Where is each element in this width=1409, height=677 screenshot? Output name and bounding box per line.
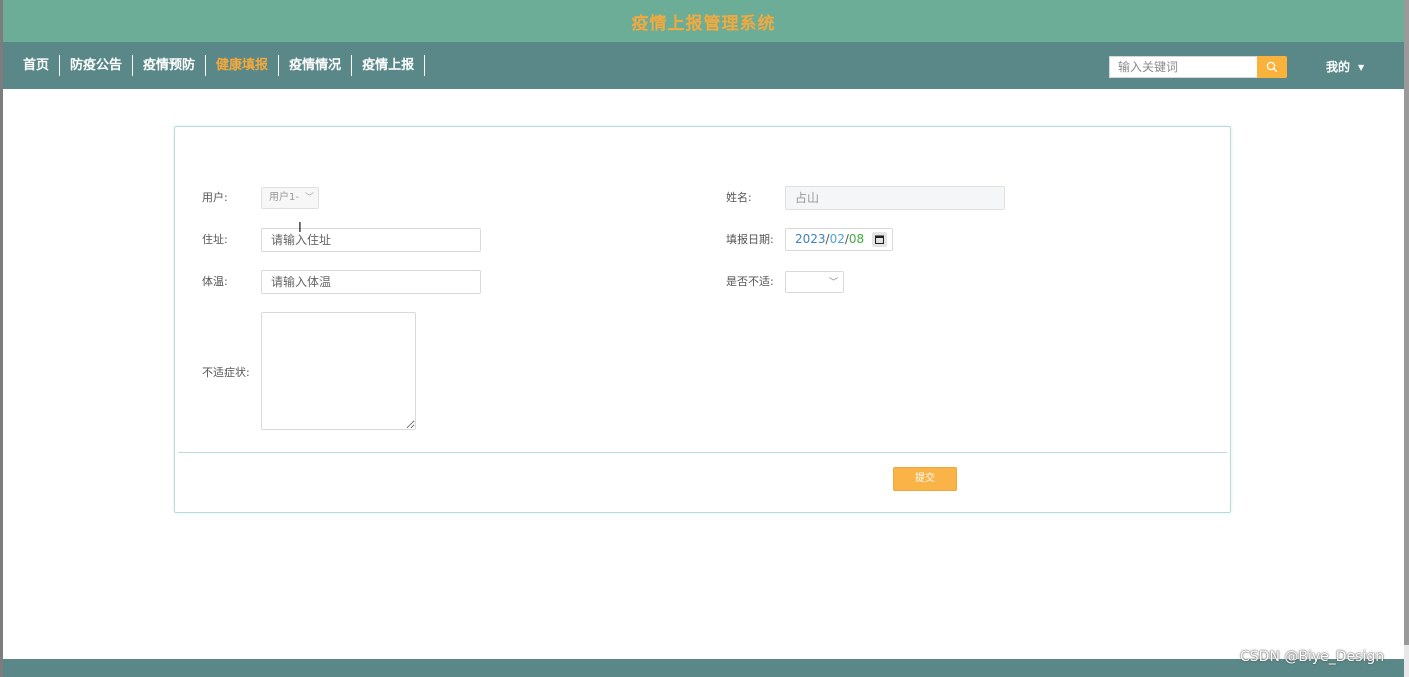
date-label: 填报日期: bbox=[726, 233, 774, 246]
user-select[interactable]: 用户1- ﹀ bbox=[261, 187, 319, 209]
site-header: 疫情上报管理系统 bbox=[3, 0, 1404, 42]
date-month: 02 bbox=[829, 232, 845, 246]
date-year: 2023 bbox=[795, 232, 826, 246]
chevron-down-icon: ﹀ bbox=[828, 278, 838, 288]
symptoms-label: 不适症状: bbox=[202, 366, 250, 379]
user-label: 用户: bbox=[202, 191, 228, 204]
chevron-down-icon: ﹀ bbox=[304, 193, 314, 203]
calendar-icon[interactable] bbox=[872, 232, 887, 247]
address-label: 住址: bbox=[202, 233, 228, 246]
user-select-value: 用户1- bbox=[269, 192, 299, 203]
text-cursor-icon: I bbox=[298, 221, 302, 236]
user-menu-label: 我的 bbox=[1326, 60, 1351, 74]
nav-item-health-report[interactable]: 健康填报 bbox=[206, 55, 280, 76]
submit-button[interactable]: 提交 bbox=[893, 467, 957, 491]
unwell-select[interactable]: ﹀ bbox=[785, 271, 844, 293]
temperature-label: 体温: bbox=[202, 275, 228, 288]
address-input[interactable] bbox=[261, 228, 481, 252]
unwell-label: 是否不适: bbox=[726, 275, 774, 288]
window-left-edge bbox=[0, 0, 3, 677]
name-field: 占山 bbox=[785, 186, 1005, 210]
search-button[interactable] bbox=[1257, 56, 1287, 78]
nav-item-home[interactable]: 首页 bbox=[13, 55, 61, 76]
nav-item-epidemic-status[interactable]: 疫情情况 bbox=[279, 55, 353, 76]
nav-item-announcements[interactable]: 防疫公告 bbox=[60, 55, 134, 76]
site-title: 疫情上报管理系统 bbox=[631, 13, 776, 34]
search-icon bbox=[1266, 61, 1278, 73]
watermark: CSDN @Biye_Design bbox=[1240, 649, 1385, 665]
page-scrollbar[interactable] bbox=[1404, 0, 1409, 677]
nav-item-prevention[interactable]: 疫情预防 bbox=[133, 55, 207, 76]
nav-list: 首页 防疫公告 疫情预防 健康填报 疫情情况 疫情上报 bbox=[13, 42, 426, 89]
search-input[interactable] bbox=[1109, 56, 1257, 78]
form-divider bbox=[178, 452, 1227, 453]
site-footer bbox=[3, 659, 1404, 677]
date-day: 08 bbox=[848, 232, 865, 246]
symptoms-textarea[interactable] bbox=[261, 312, 416, 430]
user-menu[interactable]: 我的 ▼ bbox=[1326, 58, 1364, 76]
caret-down-icon: ▼ bbox=[1358, 62, 1365, 72]
report-date-input[interactable]: 2023/02/08 bbox=[785, 228, 893, 251]
name-label: 姓名: bbox=[726, 191, 752, 204]
scrollbar-thumb[interactable] bbox=[1404, 0, 1409, 645]
temperature-input[interactable] bbox=[261, 270, 481, 294]
nav-item-epidemic-report[interactable]: 疫情上报 bbox=[352, 55, 426, 76]
